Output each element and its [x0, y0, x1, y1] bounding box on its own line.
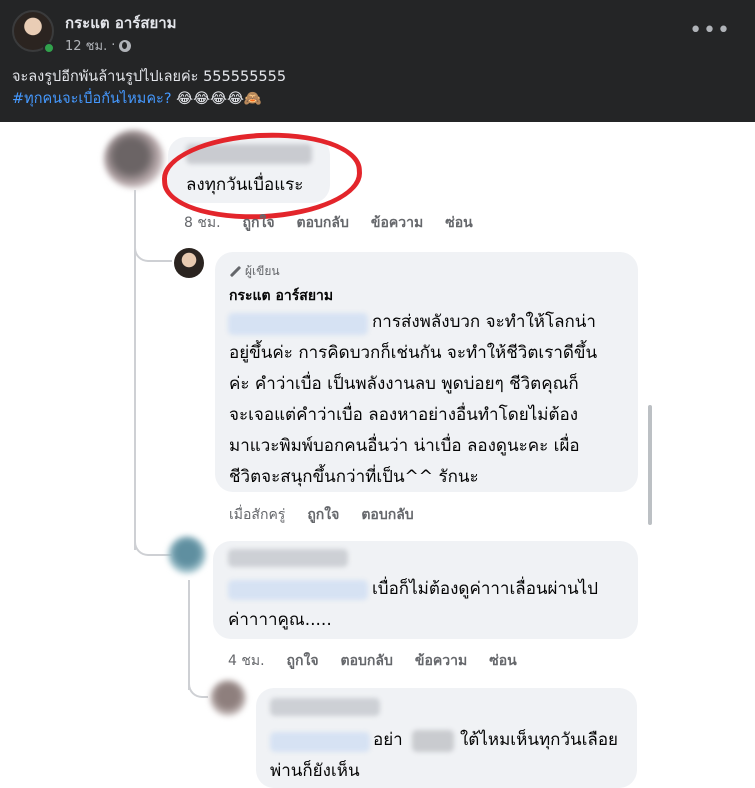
reply-button[interactable]: ตอบกลับ [361, 504, 413, 526]
comment-text: ค่าาาาคูณ..... [228, 610, 332, 630]
comment-actions: 8 ชม. ถูกใจ ตอบกลับ ข้อความ ซ่อน [184, 212, 473, 234]
post-time[interactable]: 12 ชม. [65, 35, 107, 56]
thread-connector [188, 676, 208, 698]
tagged-name-blurred[interactable] [228, 580, 368, 600]
reply-line: ค่ะ คำว่าเบื่อ เป็นพลังงานลบ พูดบ่อยๆ ชี… [229, 374, 579, 394]
author-badge-label: ผู้เขียน [245, 264, 280, 278]
reply-author-name[interactable]: กระแต อาร์สยาม [229, 285, 333, 307]
comment-text: ใต้ไหมเห็นทุกวันเลือย [460, 730, 619, 750]
message-button[interactable]: ข้อความ [371, 212, 423, 234]
like-button[interactable]: ถูกใจ [307, 504, 339, 526]
reply-line: ชีวิตจะสนุกขึ้นกว่าที่เป็น^^ รักนะ [229, 467, 479, 487]
thread-line [188, 580, 190, 690]
post-emojis: 😂😂😂😂🙈 [171, 91, 262, 107]
like-button[interactable]: ถูกใจ [287, 650, 319, 672]
reply-line: อยู่ขึ้นค่ะ การคิดบวกก็เช่นกัน จะทำให้ชี… [229, 343, 598, 363]
post-body: จะลงรูปอีกพันล้านรูปไปเลยค่ะ 555555555 [12, 69, 287, 85]
post-text: จะลงรูปอีกพันล้านรูปไปเลยค่ะ 555555555 #… [12, 66, 286, 110]
comment-actions: 4 ชม. ถูกใจ ตอบกลับ ข้อความ ซ่อน [228, 650, 517, 672]
pen-icon [229, 266, 241, 278]
author-name[interactable]: กระแต อาร์สยาม [65, 11, 177, 35]
tagged-name-blurred[interactable] [228, 313, 368, 335]
author-badge: ผู้เขียน [229, 262, 280, 281]
reply-line: การส่งพลังบวก จะทำให้โลกน่า [372, 312, 596, 332]
like-button[interactable]: ถูกใจ [243, 212, 275, 234]
comment-time[interactable]: 8 ชม. [184, 212, 221, 234]
reply-time[interactable]: เมื่อสักครู่ [229, 504, 285, 526]
commenter-name-blurred[interactable] [228, 549, 348, 567]
meta-separator: · [111, 38, 116, 53]
hide-button[interactable]: ซ่อน [445, 212, 472, 234]
comment-text: เบื่อก็ไม่ต้องดูค่าาาเลื่อนผ่านไป [372, 579, 598, 599]
globe-icon [119, 39, 132, 52]
commenter-avatar-blurred[interactable] [168, 536, 206, 574]
comment-text: อย่า [373, 730, 403, 750]
tagged-name-blurred[interactable] [270, 732, 370, 752]
more-options-icon[interactable]: ••• [689, 20, 731, 42]
reply-button[interactable]: ตอบกลับ [341, 650, 393, 672]
post-header: กระแต อาร์สยาม 12 ชม. · ••• จะลงรูปอีกพั… [0, 0, 755, 122]
thread-connector [134, 232, 172, 262]
reply-line: มาแวะพิมพ์บอกคนอื่นว่า น่าเบื่อ ลองดูนะค… [229, 436, 580, 456]
reply-button[interactable]: ตอบกลับ [297, 212, 349, 234]
hide-button[interactable]: ซ่อน [489, 650, 516, 672]
reply-line: จะเจอแต่คำว่าเบื่อ ลองหาอย่างอื่นทำโดยไม… [229, 405, 579, 425]
comment-text: พ่านก็ยังเห็น [270, 761, 360, 781]
commenter-avatar-blurred[interactable] [210, 680, 246, 716]
post-meta: 12 ชม. · [65, 35, 132, 56]
hashtag-link[interactable]: #ทุกคนจะเบื่อกันไหมคะ? [12, 91, 172, 107]
scrollbar[interactable] [648, 405, 652, 525]
comment-time[interactable]: 4 ชม. [228, 650, 265, 672]
reply-actions: เมื่อสักครู่ ถูกใจ ตอบกลับ [229, 504, 414, 526]
commenter-avatar-blurred[interactable] [104, 130, 164, 188]
author-reply-avatar[interactable] [174, 248, 204, 278]
censored-text-blurred [412, 730, 454, 752]
post-hashtag-line: #ทุกคนจะเบื่อกันไหมคะ? 😂😂😂😂🙈 [12, 88, 286, 110]
online-status-icon [43, 42, 55, 54]
commenter-name-blurred[interactable] [270, 698, 380, 716]
message-button[interactable]: ข้อความ [415, 650, 467, 672]
thread-connector [134, 530, 172, 556]
